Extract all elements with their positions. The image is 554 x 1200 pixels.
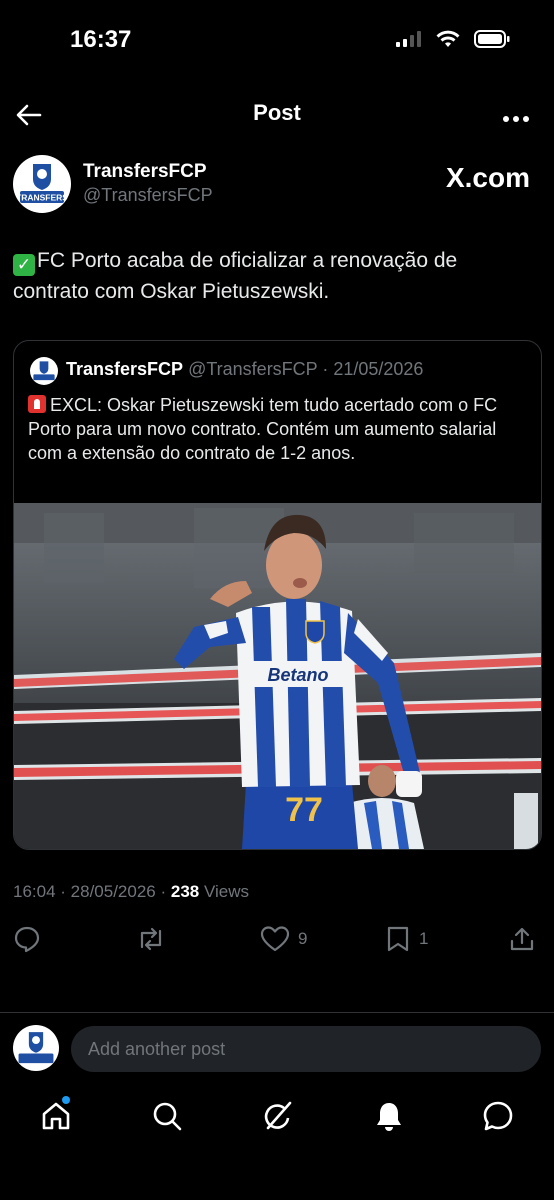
porto-crest-small <box>30 357 58 385</box>
like-icon <box>260 926 290 952</box>
back-arrow-icon <box>16 104 42 126</box>
grok-icon <box>264 1101 292 1130</box>
quoted-text: EXCL: Oskar Pietuszewski tem tudo acerta… <box>28 393 533 465</box>
quoted-author-name: TransfersFCP <box>66 359 184 379</box>
repost-icon <box>140 927 162 951</box>
nav-notifications[interactable] <box>369 1096 409 1136</box>
messages-icon <box>483 1101 513 1131</box>
author-handle[interactable]: @TransfersFCP <box>83 185 213 206</box>
post-meta: 16:04 · 28/05/2026 · 238 Views <box>13 882 250 901</box>
xcom-watermark: X.com <box>445 162 530 193</box>
signal-icon <box>396 31 421 47</box>
notifications-icon <box>377 1103 401 1131</box>
nav-grok[interactable] <box>258 1096 298 1136</box>
author-name[interactable]: TransfersFCP <box>83 161 207 183</box>
nav-home[interactable] <box>36 1096 76 1136</box>
quoted-author-handle: @TransfersFCP <box>188 359 318 379</box>
nav-search[interactable] <box>147 1096 187 1136</box>
my-avatar[interactable] <box>13 1025 59 1071</box>
quoted-header: TransfersFCP @TransfersFCP · 21/05/2026 <box>66 359 424 379</box>
status-time: 16:37 <box>70 26 132 53</box>
quoted-image[interactable]: 77 Betano <box>14 503 541 849</box>
page-title: Post <box>253 100 301 125</box>
bookmark-count: 1 <box>419 929 429 948</box>
nav-messages[interactable] <box>478 1096 518 1136</box>
quoted-body: EXCL: Oskar Pietuszewski tem tudo acerta… <box>28 395 498 463</box>
post-date: 28/05/2026 <box>70 882 156 901</box>
porto-crest-avatar-small <box>13 1025 59 1071</box>
author-avatar[interactable]: TRANSFERS <box>13 155 71 213</box>
like-button[interactable]: 9 <box>260 925 307 953</box>
reply-input[interactable]: Add another post <box>71 1026 541 1072</box>
player-photo: 77 Betano <box>14 503 541 849</box>
quoted-date: 21/05/2026 <box>333 359 424 379</box>
reply-button[interactable] <box>13 925 41 953</box>
shirt-number: 77 <box>285 791 323 829</box>
back-button[interactable] <box>14 100 44 130</box>
views-count: 238 <box>170 882 200 901</box>
divider <box>0 1012 554 1013</box>
more-button[interactable] <box>502 110 530 128</box>
svg-text:TRANSFERS: TRANSFERS <box>16 193 68 203</box>
tweet-text: ✓ FC Porto acaba de oficializar a renovaç… <box>13 245 533 307</box>
share-icon <box>510 927 534 951</box>
battery-icon <box>474 30 510 48</box>
tweet-body: FC Porto acaba de oficializar a renovaçã… <box>13 249 458 303</box>
quoted-author-avatar <box>30 357 58 385</box>
share-button[interactable] <box>508 925 536 953</box>
more-icon <box>503 116 529 122</box>
views-label: Views <box>203 882 250 901</box>
home-icon <box>42 1102 70 1130</box>
bookmark-button[interactable]: 1 <box>385 925 428 953</box>
like-count: 9 <box>298 929 308 948</box>
sponsor-text: Betano <box>267 665 328 685</box>
bookmark-icon <box>387 926 409 952</box>
status-icons <box>396 30 510 48</box>
wifi-icon <box>436 30 460 47</box>
search-icon <box>153 1102 182 1131</box>
post-time: 16:04 <box>13 882 56 901</box>
quoted-post[interactable]: TransfersFCP @TransfersFCP · 21/05/2026 … <box>13 340 542 850</box>
home-notification-dot <box>62 1096 70 1104</box>
reply-icon <box>14 926 40 953</box>
check-mark-icon: ✓ <box>13 254 35 276</box>
siren-icon <box>28 395 46 413</box>
porto-crest-avatar: TRANSFERS <box>14 156 70 212</box>
repost-button[interactable] <box>136 925 166 953</box>
